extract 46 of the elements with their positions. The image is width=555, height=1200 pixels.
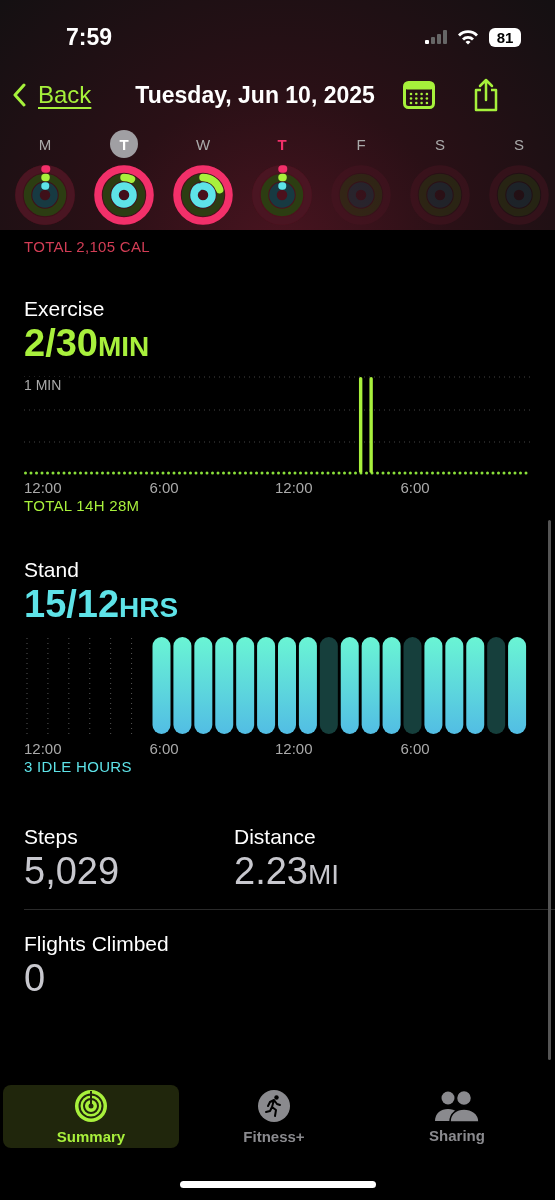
activity-rings-drawing[interactable]	[172, 164, 234, 226]
date-title: Tuesday, Jun 10, 2025	[135, 81, 375, 109]
x-axis-label: 6:00	[149, 740, 179, 757]
x-axis-label: 6:00	[400, 740, 430, 757]
exercise-total: TOTAL 14H 28M	[24, 497, 141, 514]
stand-value: 15/12HRS	[24, 584, 180, 627]
status-time: 7:59	[66, 23, 113, 51]
stand-label: Stand	[24, 558, 80, 582]
x-axis-label: 12:00	[275, 479, 313, 496]
weekday-button[interactable]: M	[31, 130, 59, 158]
stat-value: 5,029	[24, 851, 121, 891]
activity-rings-drawing[interactable]	[14, 164, 76, 226]
weekday-button[interactable]: S	[426, 130, 454, 158]
wifi-icon	[457, 29, 479, 45]
stat-label: Flights Climbed	[24, 932, 170, 956]
calendar-icon[interactable]	[402, 81, 435, 109]
people-icon	[434, 1089, 480, 1123]
weekday-button[interactable]: W	[189, 130, 217, 158]
idle-hours: 3 IDLE HOURS	[24, 758, 133, 775]
stat-value: 2.23MI	[234, 851, 341, 894]
runner-icon	[256, 1088, 292, 1124]
weekday-button[interactable]: T	[268, 130, 296, 158]
back-link[interactable]: Back	[12, 81, 92, 109]
move-total: TOTAL 2,105 CAL	[24, 238, 151, 255]
signal-icon	[425, 30, 447, 44]
x-axis-label: 12:00	[24, 740, 62, 757]
x-axis-label: 12:00	[275, 740, 313, 757]
tab-button[interactable]: Sharing	[369, 1085, 545, 1148]
stat-label: Steps	[24, 825, 79, 849]
x-axis-label: 12:00	[24, 479, 62, 496]
target-rings-icon	[73, 1088, 109, 1124]
y-axis-label: 1 MIN	[24, 377, 66, 393]
chevron-icon	[12, 83, 26, 107]
tab-button[interactable]: Fitness+	[186, 1085, 362, 1148]
stat-value: 0	[24, 958, 47, 998]
activity-rings-drawing[interactable]	[93, 164, 155, 226]
weekday-button[interactable]: F	[347, 130, 375, 158]
tab-button[interactable]: Summary	[3, 1085, 179, 1148]
exercise-value: 2/30MIN	[24, 323, 151, 366]
x-axis-label: 6:00	[149, 479, 179, 496]
battery-icon: 81	[489, 27, 521, 47]
activity-rings-drawing[interactable]	[251, 164, 313, 226]
exercise-label: Exercise	[24, 297, 106, 321]
x-axis-label: 6:00	[400, 479, 430, 496]
weekday-button[interactable]: S	[505, 130, 533, 158]
stat-label: Distance	[234, 825, 317, 849]
